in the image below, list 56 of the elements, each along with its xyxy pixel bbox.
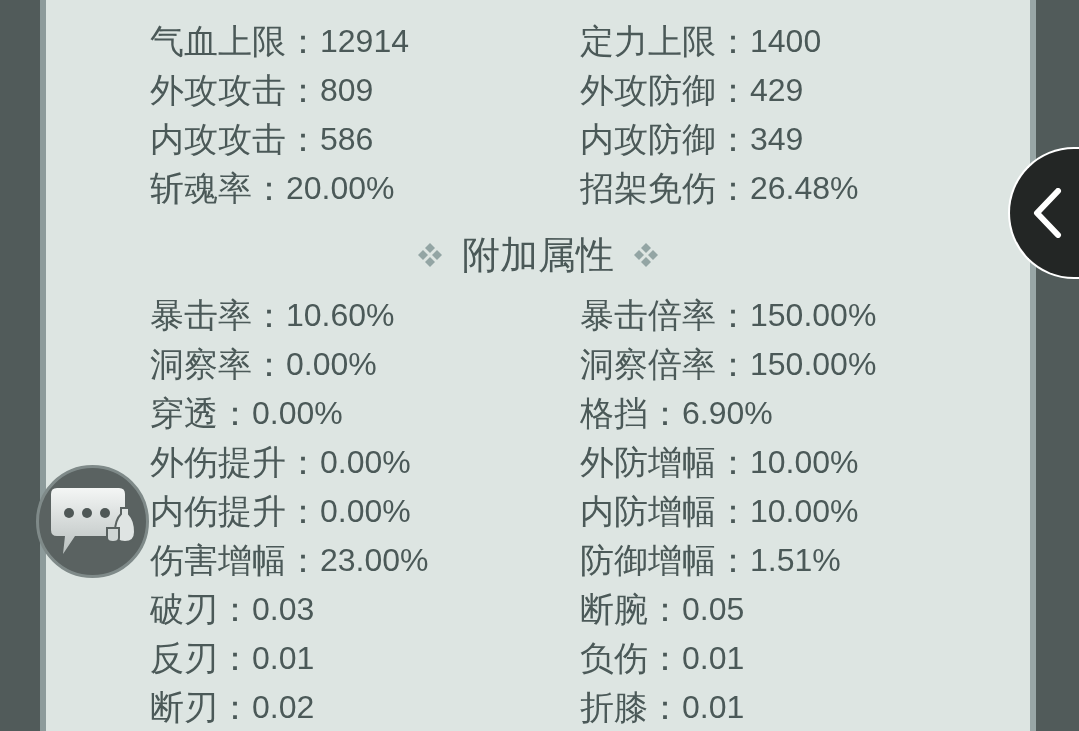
stat-value: 10.00% xyxy=(750,443,859,480)
stat-value: 10.60% xyxy=(286,296,395,333)
stat-label: 外防增幅： xyxy=(580,443,750,480)
stat-label: 破刃： xyxy=(150,590,252,627)
stat-label: 洞察率： xyxy=(150,345,286,382)
stat-value: 23.00% xyxy=(320,541,429,578)
stat-label: 气血上限： xyxy=(150,22,320,59)
stat-label: 内伤提升： xyxy=(150,492,320,529)
stat-value: 20.00% xyxy=(286,169,395,206)
stat-value: 349 xyxy=(750,120,804,157)
stat-value: 150.00% xyxy=(750,296,877,333)
section-title: 附加属性 xyxy=(462,233,614,277)
stat-label: 伤害增幅： xyxy=(150,541,320,578)
stat-value: 6.90% xyxy=(682,394,773,431)
stat-value: 0.02 xyxy=(252,688,315,725)
stat-label: 断腕： xyxy=(580,590,682,627)
stat-label: 防御增幅： xyxy=(580,541,750,578)
stat-label: 暴击倍率： xyxy=(580,296,750,333)
stat-label: 内防增幅： xyxy=(580,492,750,529)
stat-label: 外伤提升： xyxy=(150,443,320,480)
stat-label: 洞察倍率： xyxy=(580,345,750,382)
stat-value: 809 xyxy=(320,71,374,108)
diamond-ornament-icon xyxy=(634,243,658,267)
diamond-ornament-icon xyxy=(418,243,442,267)
stat-value: 0.05 xyxy=(682,590,745,627)
stat-label: 格挡： xyxy=(580,394,682,431)
stat-label: 定力上限： xyxy=(580,22,750,59)
stat-label: 斩魂率： xyxy=(150,169,286,206)
stat-value: 0.00% xyxy=(320,443,411,480)
stat-value: 0.01 xyxy=(682,688,745,725)
stat-label: 断刃： xyxy=(150,688,252,725)
stat-value: 26.48% xyxy=(750,169,859,206)
stat-value: 1.51% xyxy=(750,541,841,578)
stat-label: 穿透： xyxy=(150,394,252,431)
stat-value: 429 xyxy=(750,71,804,108)
stat-label: 招架免伤： xyxy=(580,169,750,206)
stat-label: 反刃： xyxy=(150,639,252,676)
chevron-left-icon xyxy=(1032,188,1062,238)
stat-value: 12914 xyxy=(320,22,409,59)
stat-label: 负伤： xyxy=(580,639,682,676)
stat-label: 折膝： xyxy=(580,688,682,725)
stat-value: 1400 xyxy=(750,22,822,59)
stat-value: 0.00% xyxy=(320,492,411,529)
stat-value: 0.03 xyxy=(252,590,315,627)
stat-value: 0.01 xyxy=(252,639,315,676)
stat-label: 内攻防御： xyxy=(580,120,750,157)
stat-label: 外攻防御： xyxy=(580,71,750,108)
stat-value: 10.00% xyxy=(750,492,859,529)
stat-value: 0.01 xyxy=(682,639,745,676)
stat-value: 0.00% xyxy=(252,394,343,431)
stat-label: 外攻攻击： xyxy=(150,71,320,108)
stat-label: 内攻攻击： xyxy=(150,120,320,157)
stat-label: 暴击率： xyxy=(150,296,286,333)
stat-value: 0.00% xyxy=(286,345,377,382)
stat-value: 150.00% xyxy=(750,345,877,382)
stat-value: 586 xyxy=(320,120,374,157)
